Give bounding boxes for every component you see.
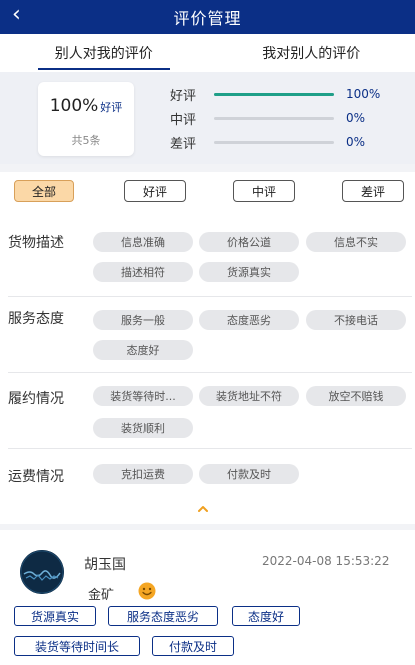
- tab-given-reviews[interactable]: 我对别人的评价: [208, 34, 415, 72]
- filter-bar: 全部 好评 中评 差评: [0, 172, 415, 212]
- page-title: 评价管理: [173, 9, 242, 28]
- rate-bar: [214, 116, 334, 120]
- section-title: 运费情况: [8, 469, 64, 485]
- rate-name: 差评: [170, 136, 197, 152]
- tag-chip[interactable]: 信息不实: [306, 232, 406, 252]
- avatar: [20, 550, 64, 594]
- review-card: 胡玉国 2022-04-08 15:53:22 金矿 货源真实 服务态度恶劣 态…: [0, 530, 415, 665]
- filter-good-button[interactable]: 好评: [124, 180, 186, 202]
- section-fulfillment: 履约情况 装货等待时... 装货地址不符 放空不赔钱 装货顺利: [8, 372, 412, 449]
- review-tag: 货源真实: [14, 606, 96, 626]
- rate-bar-fill: [214, 92, 334, 96]
- tag-chip[interactable]: 克扣运费: [93, 464, 193, 484]
- rate-value: 0%: [346, 135, 366, 149]
- filter-all-button[interactable]: 全部: [14, 180, 74, 202]
- tag-chip[interactable]: 描述相符: [93, 262, 193, 282]
- tag-chip[interactable]: 付款及时: [199, 464, 299, 484]
- review-tag: 服务态度恶劣: [108, 606, 218, 626]
- tag-panel: 货物描述 信息准确 价格公道 信息不实 描述相符 货源真实 服务态度 服务一般 …: [0, 212, 415, 524]
- tab-bar: 别人对我的评价 我对别人的评价: [0, 34, 415, 72]
- tag-chip[interactable]: 态度好: [93, 340, 193, 360]
- reviewer-name: 胡玉国: [84, 557, 126, 573]
- smile-icon: [138, 582, 156, 600]
- tag-chip[interactable]: 不接电话: [306, 310, 406, 330]
- tab-received-reviews[interactable]: 别人对我的评价: [0, 34, 208, 72]
- filter-neutral-button[interactable]: 中评: [233, 180, 295, 202]
- rate-bar: [214, 92, 334, 96]
- section-service-attitude: 服务态度 服务一般 态度恶劣 不接电话 态度好: [8, 296, 412, 373]
- tag-chip[interactable]: 价格公道: [199, 232, 299, 252]
- rate-bar: [214, 140, 334, 144]
- filter-bad-button[interactable]: 差评: [342, 180, 404, 202]
- section-title: 货物描述: [8, 235, 64, 251]
- tag-chip[interactable]: 信息准确: [93, 232, 193, 252]
- section-title: 服务态度: [8, 311, 64, 327]
- rate-row-bad: 差评 0%: [170, 132, 390, 152]
- rate-name: 好评: [170, 88, 197, 104]
- review-count: 共5条: [71, 134, 101, 147]
- rate-value: 0%: [346, 111, 366, 125]
- tag-chip[interactable]: 放空不赔钱: [306, 386, 406, 406]
- tag-chip[interactable]: 态度恶劣: [199, 310, 299, 330]
- top-bar: ‹ 评价管理: [0, 0, 415, 34]
- rate-name: 中评: [170, 112, 197, 128]
- section-title: 履约情况: [8, 391, 64, 407]
- goods-name: 金矿: [88, 588, 115, 603]
- tag-chip[interactable]: 服务一般: [93, 310, 193, 330]
- good-rate-percent: 100%: [49, 96, 99, 116]
- tag-chip[interactable]: 货源真实: [199, 262, 299, 282]
- score-card: 100% 好评 共5条: [38, 82, 134, 156]
- rate-row-neutral: 中评 0%: [170, 108, 390, 128]
- section-goods-description: 货物描述 信息准确 价格公道 信息不实 描述相符 货源真实: [8, 220, 412, 297]
- review-tag: 付款及时: [152, 636, 234, 656]
- tag-chip[interactable]: 装货等待时...: [93, 386, 193, 406]
- rate-value: 100%: [346, 87, 381, 101]
- good-rate-label: 好评: [100, 101, 123, 114]
- rate-row-good: 好评 100%: [170, 84, 390, 104]
- rating-summary: 100% 好评 共5条 好评 100% 中评 0% 差评 0%: [0, 72, 415, 164]
- review-tag: 装货等待时间长: [14, 636, 140, 656]
- tag-chip[interactable]: 装货顺利: [93, 418, 193, 438]
- back-chevron-left-icon[interactable]: ‹: [12, 4, 21, 26]
- review-tag: 态度好: [232, 606, 300, 626]
- tag-chip[interactable]: 装货地址不符: [199, 386, 299, 406]
- review-time: 2022-04-08 15:53:22: [262, 554, 390, 568]
- section-freight: 运费情况 克扣运费 付款及时: [8, 448, 412, 496]
- collapse-chevron-up-icon[interactable]: [198, 504, 208, 514]
